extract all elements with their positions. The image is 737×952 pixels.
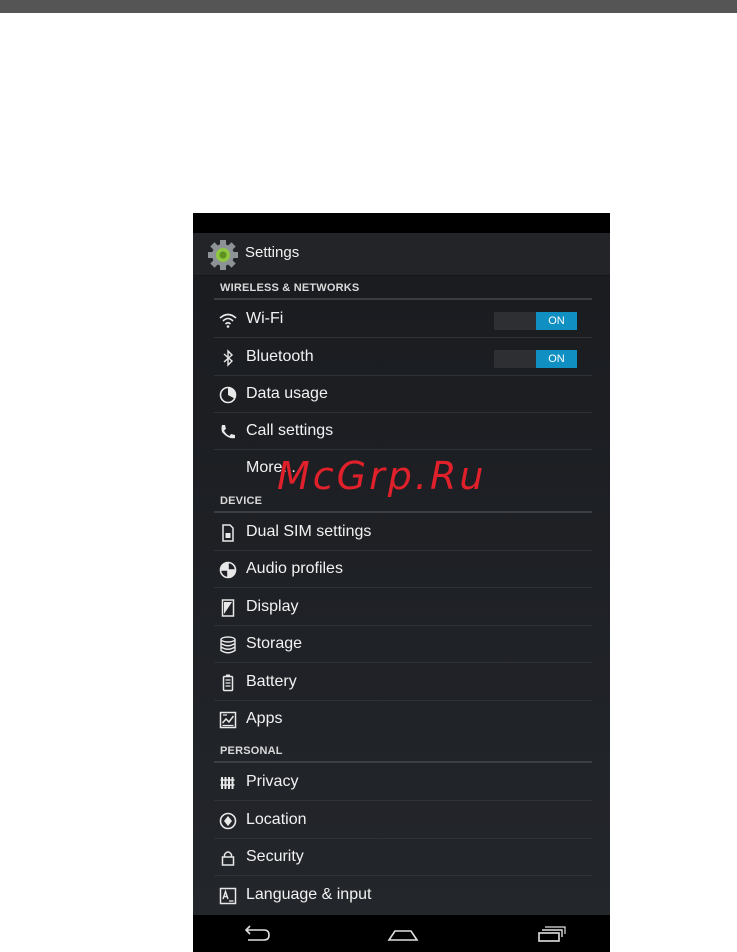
setting-label: Data usage — [246, 385, 328, 402]
setting-label: Language & input — [246, 886, 372, 903]
setting-item-apps[interactable]: Apps — [214, 701, 592, 738]
page-top-bar — [0, 0, 737, 13]
row-divider — [214, 587, 592, 588]
setting-label: Dual SIM settings — [246, 523, 372, 540]
row-divider — [214, 800, 592, 801]
status-bar — [193, 213, 610, 233]
setting-item-data-usage[interactable]: Data usage — [214, 376, 592, 413]
setting-item-storage[interactable]: Storage — [214, 626, 592, 663]
setting-label: Audio profiles — [246, 560, 343, 577]
setting-label: Security — [246, 848, 304, 865]
back-icon[interactable] — [236, 921, 276, 947]
section-header-wireless: WIRELESS & NETWORKS — [220, 282, 360, 294]
app-title: Settings — [245, 244, 300, 261]
setting-item-wifi[interactable]: Wi-Fi ON — [214, 301, 592, 338]
apps-icon — [219, 711, 237, 729]
action-bar: Settings — [193, 233, 610, 276]
setting-item-location[interactable]: Location — [214, 802, 592, 839]
language-icon — [219, 887, 237, 905]
section-divider — [214, 298, 592, 300]
phone-screen: Settings WIRELESS & NETWORKS Wi-Fi ON Bl… — [193, 213, 610, 952]
display-icon — [221, 599, 235, 617]
setting-item-privacy[interactable]: Privacy — [214, 764, 592, 801]
location-icon — [219, 812, 237, 830]
setting-item-dual-sim[interactable]: Dual SIM settings — [214, 514, 592, 551]
phone-icon — [221, 425, 235, 439]
audio-profiles-icon — [219, 561, 237, 579]
setting-label: Battery — [246, 673, 297, 690]
section-divider — [214, 761, 592, 763]
setting-item-bluetooth[interactable]: Bluetooth ON — [214, 339, 592, 376]
settings-list: WIRELESS & NETWORKS Wi-Fi ON Bluetooth O… — [193, 276, 610, 915]
lock-icon — [221, 851, 235, 866]
data-usage-icon — [219, 386, 237, 404]
storage-icon — [220, 636, 236, 654]
navigation-bar — [193, 915, 610, 952]
bluetooth-icon — [223, 349, 234, 367]
sim-card-icon — [222, 524, 234, 542]
toggle-state: ON — [536, 312, 577, 330]
section-header-device: DEVICE — [220, 495, 263, 507]
watermark-text: McGrp.Ru — [277, 454, 487, 498]
battery-icon — [222, 674, 234, 692]
setting-label: Display — [246, 598, 299, 615]
setting-label: Location — [246, 811, 307, 828]
row-divider — [214, 875, 592, 876]
home-icon[interactable] — [383, 921, 423, 947]
section-divider — [214, 511, 592, 513]
privacy-icon — [220, 777, 235, 789]
setting-label: Bluetooth — [246, 348, 314, 365]
setting-item-battery[interactable]: Battery — [214, 664, 592, 701]
setting-item-security[interactable]: Security — [214, 839, 592, 876]
setting-label: Call settings — [246, 422, 334, 439]
wifi-icon — [219, 313, 237, 328]
row-divider — [214, 337, 592, 338]
setting-item-audio-profiles[interactable]: Audio profiles — [214, 551, 592, 588]
settings-gear-icon[interactable] — [206, 238, 240, 272]
setting-label: Storage — [246, 635, 303, 652]
section-header-personal: PERSONAL — [220, 745, 283, 757]
setting-label: Apps — [246, 710, 283, 727]
bluetooth-toggle[interactable]: ON — [494, 350, 577, 368]
setting-item-display[interactable]: Display — [214, 589, 592, 626]
setting-item-language[interactable]: Language & input — [214, 877, 592, 914]
wifi-toggle[interactable]: ON — [494, 312, 577, 330]
setting-label: Wi-Fi — [246, 310, 284, 327]
setting-item-call-settings[interactable]: Call settings — [214, 413, 592, 450]
toggle-state: ON — [536, 350, 577, 368]
setting-label: Privacy — [246, 773, 299, 790]
row-divider — [214, 662, 592, 663]
recent-apps-icon[interactable] — [530, 921, 570, 947]
